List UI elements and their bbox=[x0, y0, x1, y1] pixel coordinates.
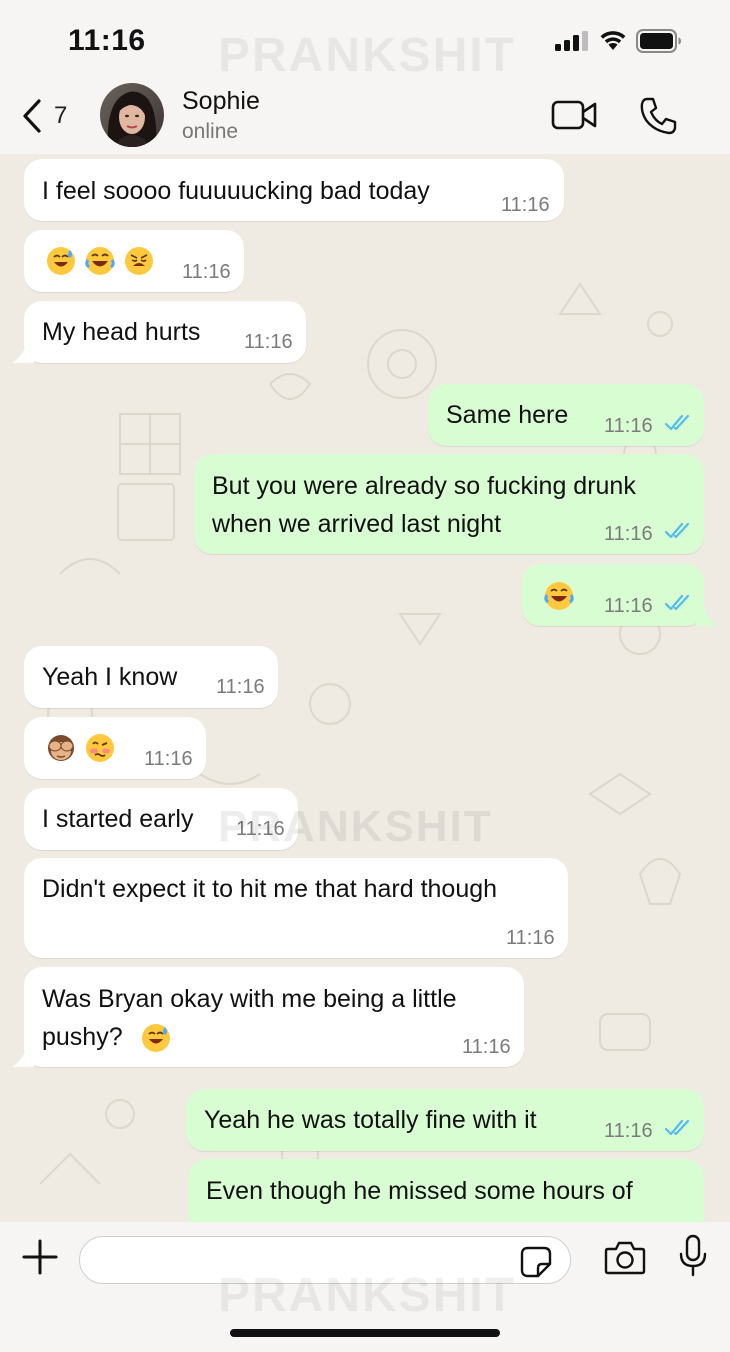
message-time: 11:16 bbox=[604, 415, 653, 437]
camera-icon[interactable] bbox=[604, 1240, 646, 1276]
bubble-tail bbox=[12, 343, 34, 363]
message-time: 11:16 bbox=[144, 748, 193, 770]
plus-icon[interactable] bbox=[20, 1237, 60, 1277]
home-indicator[interactable] bbox=[230, 1329, 500, 1337]
message-text: I started early bbox=[42, 805, 194, 833]
message-bubble-incoming[interactable]: My head hurts 11:16 bbox=[24, 301, 306, 363]
message-bubble-outgoing[interactable]: 11:16 bbox=[522, 564, 704, 626]
message-text: Didn't expect it to hit me that hard tho… bbox=[42, 875, 498, 903]
message-text: Yeah I know bbox=[42, 663, 178, 691]
weary-emoji bbox=[125, 247, 153, 275]
message-bubble-outgoing[interactable]: Yeah he was totally fine with it 11:16 bbox=[186, 1089, 704, 1151]
message-text: Yeah he was totally fine with it bbox=[204, 1106, 537, 1134]
watermark: PRANKSHIT bbox=[218, 802, 493, 851]
message-time: 11:16 bbox=[604, 1120, 653, 1142]
message-time: 11:16 bbox=[604, 523, 653, 545]
message-text: Even though he missed some hours of bbox=[206, 1177, 633, 1205]
sweat-smile-emoji bbox=[142, 1024, 170, 1052]
contact-status: online bbox=[182, 120, 239, 143]
phone-icon[interactable] bbox=[638, 96, 678, 136]
chat-area[interactable]: I feel soooo fuuuuucking bad today 11:16… bbox=[0, 154, 730, 1222]
message-bubble-incoming[interactable]: I feel soooo fuuuuucking bad today 11:16 bbox=[24, 159, 564, 221]
message-text: But you were already so fucking drunk bbox=[212, 472, 636, 500]
bubble-tail bbox=[696, 604, 718, 626]
read-receipt-icon bbox=[664, 594, 690, 611]
read-receipt-icon bbox=[664, 522, 690, 539]
message-bubble-outgoing[interactable]: Same here 11:16 bbox=[428, 384, 704, 446]
chevron-left-icon bbox=[23, 99, 41, 133]
message-time: 11:16 bbox=[216, 676, 265, 698]
tears-of-joy-emoji bbox=[85, 247, 115, 275]
message-time: 11:16 bbox=[604, 595, 653, 617]
bubble-tail bbox=[12, 1047, 34, 1067]
watermark: PRANKSHIT bbox=[218, 1269, 517, 1322]
sticker-icon[interactable] bbox=[520, 1246, 552, 1278]
read-receipt-icon bbox=[664, 1119, 690, 1136]
see-no-evil-monkey-emoji bbox=[48, 735, 74, 761]
message-time: 11:16 bbox=[462, 1036, 511, 1058]
unread-count: 7 bbox=[54, 102, 68, 129]
message-time: 11:16 bbox=[244, 331, 293, 353]
wifi-icon bbox=[600, 31, 626, 50]
message-bubble-outgoing[interactable]: But you were already so fucking drunk wh… bbox=[194, 454, 704, 554]
message-text: pushy? bbox=[42, 1023, 123, 1051]
avatar[interactable] bbox=[100, 83, 164, 147]
video-call-icon[interactable] bbox=[551, 99, 599, 131]
contact-name[interactable]: Sophie bbox=[182, 87, 260, 116]
message-text: when we arrived last night bbox=[212, 510, 502, 538]
message-bubble-incoming[interactable]: Was Bryan okay with me being a little pu… bbox=[24, 967, 524, 1067]
message-bubble-incoming[interactable]: 11:16 bbox=[24, 230, 244, 292]
message-bubble-incoming[interactable]: 11:16 bbox=[24, 717, 206, 779]
microphone-icon[interactable] bbox=[678, 1234, 708, 1278]
back-button[interactable]: 7 bbox=[22, 96, 92, 136]
message-text: I feel soooo fuuuuucking bad today bbox=[42, 177, 430, 205]
message-time: 11:16 bbox=[501, 194, 550, 216]
message-text: Same here bbox=[446, 401, 569, 429]
battery-icon bbox=[636, 29, 681, 53]
status-bar: 11:16 PRANKSHIT bbox=[0, 0, 730, 82]
read-receipt-icon bbox=[664, 414, 690, 431]
message-bubble-outgoing[interactable]: Even though he missed some hours of bbox=[188, 1159, 704, 1222]
message-bubble-incoming[interactable]: Didn't expect it to hit me that hard tho… bbox=[24, 858, 568, 958]
tears-of-joy-emoji bbox=[544, 582, 574, 610]
message-bubble-incoming[interactable]: Yeah I know 11:16 bbox=[24, 646, 278, 708]
watermark: PRANKSHIT bbox=[218, 29, 517, 82]
message-time: 11:16 bbox=[182, 261, 231, 283]
woozy-face-emoji bbox=[86, 734, 114, 762]
message-time: 11:16 bbox=[506, 927, 555, 949]
chat-header: 7 Sophie online bbox=[0, 80, 730, 154]
status-time: 11:16 bbox=[68, 24, 146, 57]
sweat-smile-emoji bbox=[47, 247, 75, 275]
message-text: Was Bryan okay with me being a little bbox=[42, 985, 457, 1013]
message-text: My head hurts bbox=[42, 318, 201, 346]
cellular-signal-icon bbox=[555, 31, 588, 51]
